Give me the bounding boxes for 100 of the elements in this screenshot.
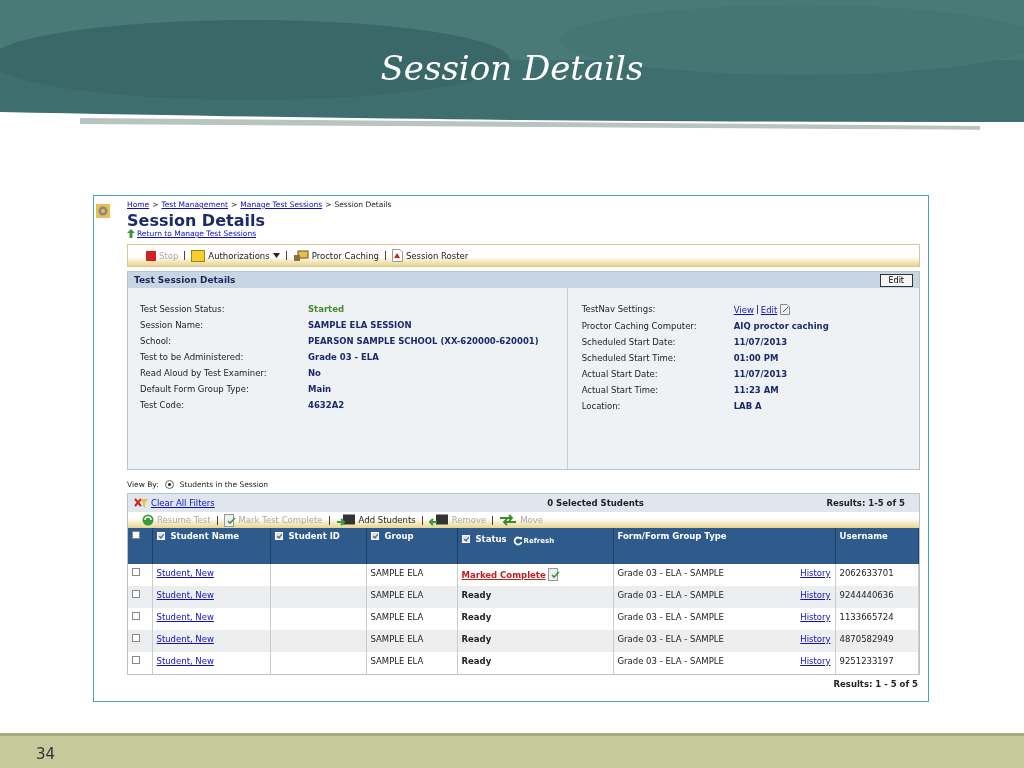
toolbar-button[interactable]: Session Roster (391, 249, 469, 262)
row-checkbox[interactable] (132, 590, 140, 598)
remove-user-icon (428, 513, 449, 527)
panel-title: Test Session Details (134, 275, 236, 285)
field-label: Test Session Status: (140, 304, 226, 314)
column-header[interactable]: Student Name (152, 528, 270, 564)
column-header[interactable]: Student ID (270, 528, 366, 564)
selected-count: 0 Selected Students (546, 498, 644, 508)
document-icon (780, 304, 791, 315)
table-cell: Grade 03 - ELA - SAMPLE (617, 634, 724, 644)
pdf-icon (391, 249, 403, 262)
history-link[interactable]: History (800, 590, 831, 600)
table-cell: SAMPLE ELA (366, 652, 457, 674)
results-count: Results: 1 - 5 of 5 (832, 679, 919, 689)
stop-icon (146, 250, 156, 261)
field-value: No (308, 368, 322, 378)
table-cell: Grade 03 - ELA - SAMPLE (617, 568, 724, 578)
table-cell: Grade 03 - ELA - SAMPLE (617, 656, 724, 666)
table-cell: 4870582949 (835, 630, 919, 652)
status-text: Ready (461, 590, 492, 600)
field-value: Started (308, 304, 346, 314)
column-header[interactable]: Group (366, 528, 457, 564)
field-label: Test to be Administered: (140, 352, 245, 362)
computer-icon (292, 249, 309, 262)
toolbar-button[interactable]: Proctor Caching (292, 249, 379, 262)
add-user-icon (335, 513, 356, 527)
column-label: Group (384, 531, 414, 541)
field-label: Session Name: (140, 320, 205, 330)
field-label: Test Code: (140, 400, 186, 410)
folder-icon (191, 249, 206, 262)
settings-link[interactable]: Edit (760, 304, 778, 315)
field-label: Actual Start Date: (581, 369, 659, 379)
filter-checkbox[interactable] (156, 532, 165, 540)
arrows-icon (499, 514, 518, 526)
field-value: AIQ proctor caching (733, 321, 829, 331)
action-button[interactable]: Add Students (335, 513, 416, 527)
row-checkbox[interactable] (132, 656, 140, 664)
history-link[interactable]: History (800, 634, 831, 644)
results-count: Results: 1-5 of 5 (826, 498, 905, 508)
field-label: Proctor Caching Computer: (581, 321, 698, 331)
status-text: Ready (461, 634, 492, 644)
field-label: Scheduled Start Time: (581, 353, 677, 363)
field-label: Actual Start Time: (581, 385, 660, 395)
table-cell: 9251233197 (835, 652, 919, 674)
status-text: Ready (461, 656, 492, 666)
field-value: LAB A (733, 401, 763, 411)
history-link[interactable]: History (800, 656, 831, 666)
student-link[interactable]: Student, New (156, 568, 214, 578)
row-checkbox[interactable] (132, 612, 140, 620)
student-link[interactable]: Student, New (156, 612, 214, 622)
toolbar-button[interactable]: Authorizations (191, 249, 280, 262)
field-value: PEARSON SAMPLE SCHOOL (XX-620000-620001) (308, 336, 539, 346)
column-label: Student ID (288, 531, 340, 541)
field-value: 01:00 PM (733, 353, 780, 363)
refresh-icon[interactable] (512, 536, 523, 546)
field-value: Main (308, 384, 333, 394)
table-cell: Grade 03 - ELA - SAMPLE (617, 590, 724, 600)
radio-button[interactable] (164, 480, 174, 489)
select-all-checkbox[interactable] (132, 531, 140, 539)
table-cell: SAMPLE ELA (366, 586, 457, 608)
status-link[interactable]: Marked Complete (461, 569, 546, 580)
field-value: 11:23 AM (733, 385, 780, 395)
up-arrow-icon (127, 229, 135, 238)
row-checkbox[interactable] (132, 634, 140, 642)
column-header[interactable]: Username (835, 528, 919, 564)
status-text: Ready (461, 612, 492, 622)
field-label: Read Aloud by Test Examiner: (140, 368, 268, 378)
edit-button[interactable]: Edit (879, 273, 913, 287)
field-value: 11/07/2013 (733, 369, 789, 379)
clear-filters-link[interactable]: Clear All Filters (151, 498, 215, 508)
clear-filter-icon (134, 497, 148, 509)
column-label: Form/Form Group Type (617, 531, 727, 541)
page-title: Session Details (127, 212, 266, 229)
column-label: Student Name (170, 531, 240, 541)
field-value: 4632A2 (308, 400, 346, 410)
history-link[interactable]: History (800, 568, 831, 578)
field-label: School: (140, 336, 173, 346)
field-label: Scheduled Start Date: (581, 337, 677, 347)
settings-link[interactable]: View (733, 304, 754, 315)
row-checkbox[interactable] (132, 568, 140, 576)
table-cell: 9244440636 (835, 586, 919, 608)
filter-checkbox[interactable] (461, 534, 470, 543)
field-value: SAMPLE ELA SESSION (308, 320, 413, 330)
student-link[interactable]: Student, New (156, 656, 214, 666)
refresh-icon (142, 514, 154, 526)
history-link[interactable]: History (800, 612, 831, 622)
field-value: 11/07/2013 (733, 337, 789, 347)
field-value: Grade 03 - ELA (308, 352, 380, 362)
column-label: Status (475, 533, 507, 544)
filter-checkbox[interactable] (274, 532, 283, 540)
document-check-icon (547, 568, 560, 581)
table-cell: SAMPLE ELA (366, 630, 457, 652)
field-label: Location: (581, 401, 622, 411)
slide-number: 34 (36, 745, 56, 763)
table-cell: Grade 03 - ELA - SAMPLE (617, 612, 724, 622)
slide-title: Session Details (379, 48, 645, 88)
filter-checkbox[interactable] (370, 532, 379, 540)
field-label: TestNav Settings: (581, 304, 657, 315)
column-header[interactable]: Form/Form Group Type (613, 528, 835, 564)
document-check-icon (223, 513, 236, 527)
